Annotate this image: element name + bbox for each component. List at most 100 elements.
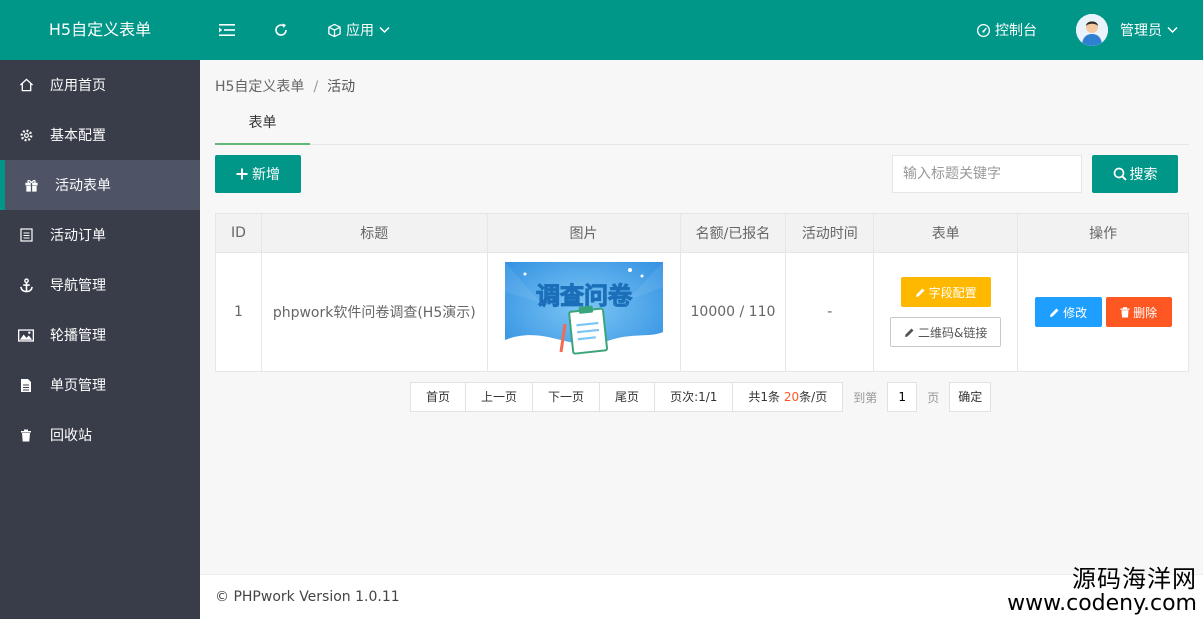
file-icon [18, 377, 34, 393]
tab-form[interactable]: 表单 [215, 108, 310, 145]
pagination: 首页 上一页 下一页 尾页 页次:1/1 共1条 20条/页 到第 页 确定 [410, 382, 992, 412]
chevron-down-icon [379, 26, 390, 34]
sidebar-item-label: 轮播管理 [50, 328, 106, 344]
anchor-icon [18, 277, 34, 293]
sidebar-item-recycle-bin[interactable]: 回收站 [0, 410, 200, 460]
delete-label: 删除 [1133, 305, 1158, 320]
search-button[interactable]: 搜索 [1092, 155, 1178, 193]
indent-icon [219, 24, 235, 36]
search-input[interactable] [892, 155, 1082, 193]
refresh-icon [275, 23, 287, 36]
breadcrumb-current: 活动 [327, 79, 356, 95]
user-menu-dropdown[interactable]: 管理员 [1076, 0, 1178, 60]
cell-quota: 10000 / 110 [679, 252, 787, 372]
qrcode-link-label: 二维码&链接 [918, 325, 988, 340]
sidebar-item-label: 活动订单 [50, 228, 106, 244]
cell-time: - [785, 252, 875, 372]
plus-icon [236, 168, 248, 180]
breadcrumb-separator: / [313, 79, 319, 95]
sidebar: 应用首页 基本配置 活动表单 活动订单 导航管理 轮播管理 单页管理 回收站 [0, 60, 200, 619]
sidebar-item-label: 回收站 [50, 428, 92, 444]
edit-button[interactable]: 修改 [1034, 297, 1102, 327]
cell-image: 调查问卷 [486, 252, 681, 372]
page-indicator-prefix: 页次: [670, 390, 699, 404]
sidebar-item-label: 基本配置 [50, 128, 106, 144]
footer-version: © PHPwork Version 1.0.11 [215, 589, 400, 605]
cell-id: 1 [215, 252, 262, 372]
per-page-suffix: 条/页 [799, 390, 828, 404]
home-icon [18, 77, 34, 93]
cell-actions: 修改 删除 [1017, 252, 1189, 372]
sidebar-item-activity-forms[interactable]: 活动表单 [0, 160, 200, 210]
watermark-url: www.codeny.com [1007, 590, 1197, 616]
column-header-actions: 操作 [1017, 213, 1189, 253]
refresh-button[interactable] [273, 0, 289, 60]
top-header: H5自定义表单 应用 控制台 管理员 [0, 0, 1203, 60]
field-config-button[interactable]: 字段配置 [900, 277, 991, 307]
search-icon [1113, 167, 1127, 181]
console-label: 控制台 [995, 23, 1037, 39]
qrcode-link-button[interactable]: 二维码&链接 [890, 317, 1002, 347]
column-header-form: 表单 [873, 213, 1019, 253]
page-last-button[interactable]: 尾页 [599, 382, 656, 412]
app-menu-dropdown[interactable]: 应用 [327, 0, 390, 60]
page-unit-label: 页 [927, 390, 940, 405]
pencil-icon [1050, 308, 1059, 317]
trash-icon [18, 427, 34, 443]
sidebar-item-carousel[interactable]: 轮播管理 [0, 310, 200, 360]
collapse-sidebar-button[interactable] [219, 0, 235, 60]
list-icon [18, 227, 34, 243]
field-config-label: 字段配置 [928, 285, 977, 300]
gear-icon [18, 127, 34, 143]
goto-page-input[interactable] [887, 382, 918, 412]
cell-title: phpwork软件问卷调查(H5演示) [260, 252, 488, 372]
breadcrumb-parent-link[interactable]: H5自定义表单 [215, 79, 304, 95]
app-menu-label: 应用 [346, 23, 374, 39]
page-prev-button[interactable]: 上一页 [465, 382, 534, 412]
sidebar-item-label: 单页管理 [50, 378, 106, 394]
pencil-icon [905, 328, 914, 337]
cell-form: 字段配置 二维码&链接 [873, 252, 1019, 372]
sidebar-item-pages[interactable]: 单页管理 [0, 360, 200, 410]
avatar [1076, 14, 1108, 46]
edit-label: 修改 [1063, 305, 1088, 320]
sidebar-item-navigation[interactable]: 导航管理 [0, 260, 200, 310]
delete-button[interactable]: 删除 [1105, 297, 1172, 327]
column-header-quota: 名额/已报名 [679, 213, 787, 253]
page-next-button[interactable]: 下一页 [532, 382, 601, 412]
gift-icon [23, 177, 39, 193]
column-header-title: 标题 [260, 213, 488, 253]
image-icon [18, 327, 34, 343]
column-header-id: ID [215, 213, 262, 253]
sidebar-item-home[interactable]: 应用首页 [0, 60, 200, 110]
add-button-label: 新增 [252, 167, 280, 183]
column-header-time: 活动时间 [785, 213, 875, 253]
search-button-label: 搜索 [1129, 167, 1158, 183]
per-page-count: 20 [783, 390, 800, 404]
sidebar-item-label: 活动表单 [55, 178, 111, 194]
sidebar-item-config[interactable]: 基本配置 [0, 110, 200, 160]
page-indicator-value: 1/1 [698, 390, 718, 404]
total-indicator: 共1条 20条/页 [732, 382, 844, 412]
breadcrumb: H5自定义表单 / 活动 [215, 76, 355, 96]
sidebar-item-label: 导航管理 [50, 278, 106, 294]
table-header-row: ID 标题 图片 名额/已报名 活动时间 表单 操作 [215, 213, 1189, 253]
chevron-down-icon [1167, 26, 1178, 34]
watermark-name: 源码海洋网 [1072, 564, 1197, 593]
add-button[interactable]: 新增 [215, 155, 301, 193]
page-first-button[interactable]: 首页 [410, 382, 467, 412]
sidebar-item-label: 应用首页 [50, 78, 106, 94]
activity-table: ID 标题 图片 名额/已报名 活动时间 表单 操作 1 phpwork软件问卷… [215, 213, 1189, 372]
thumbnail-text: 调查问卷 [536, 282, 633, 310]
console-link[interactable]: 控制台 [976, 0, 1037, 60]
watermark: 源码海洋网 www.codeny.com [1007, 564, 1197, 616]
sidebar-item-orders[interactable]: 活动订单 [0, 210, 200, 260]
trash-icon [1120, 306, 1130, 317]
goto-confirm-button[interactable]: 确定 [949, 382, 992, 412]
goto-label: 到第 [853, 390, 878, 405]
main-content: H5自定义表单 / 活动 表单 新增 搜索 ID 标题 图片 名额/已报名 活动时间… [200, 60, 1203, 573]
tab-bar: 表单 [215, 108, 1189, 145]
app-logo[interactable]: H5自定义表单 [0, 0, 200, 60]
activity-thumbnail: 调查问卷 [504, 262, 663, 362]
cube-icon [328, 23, 341, 37]
